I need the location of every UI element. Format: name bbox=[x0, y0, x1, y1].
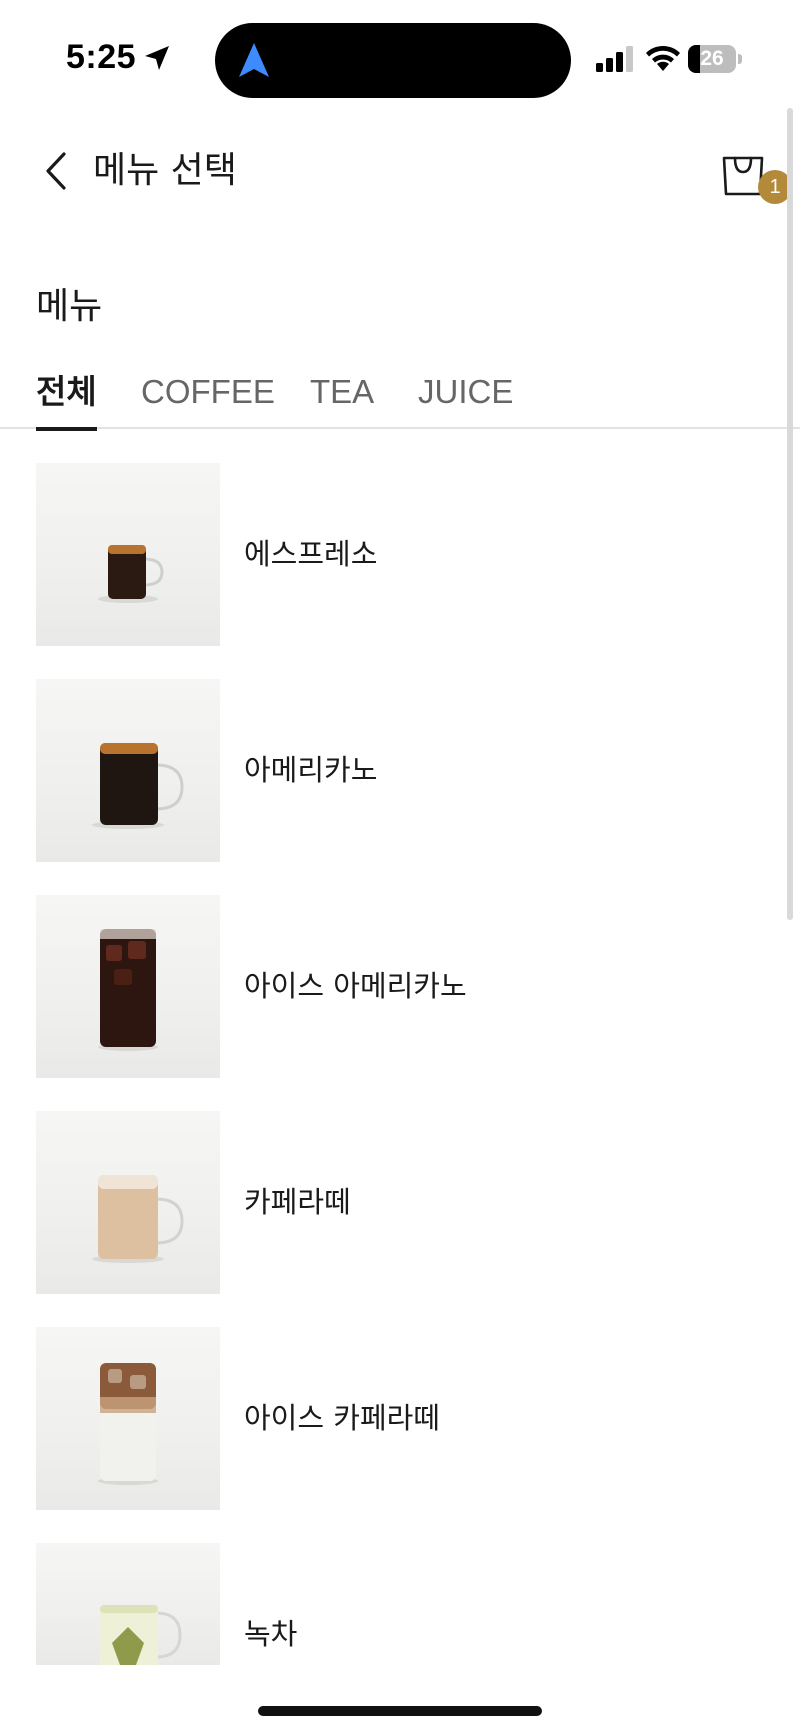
americano-mug-image bbox=[92, 743, 184, 829]
tab-tea[interactable]: TEA bbox=[310, 370, 374, 429]
navigation-arrow-icon bbox=[239, 43, 269, 77]
cafe-latte-mug-image bbox=[92, 1175, 184, 1263]
tab-juice[interactable]: JUICE bbox=[418, 370, 513, 429]
menu-item-espresso[interactable]: 에스프레소 bbox=[36, 463, 776, 646]
back-chevron-icon[interactable] bbox=[36, 148, 80, 194]
menu-item-image bbox=[36, 1111, 220, 1294]
battery-tip bbox=[738, 54, 742, 64]
green-tea-mug-image bbox=[100, 1605, 182, 1665]
menu-item-name: 카페라떼 bbox=[244, 1185, 351, 1219]
tab-coffee[interactable]: COFFEE bbox=[141, 370, 275, 429]
menu-item-image bbox=[36, 679, 220, 862]
menu-item-cafe-latte[interactable]: 카페라떼 bbox=[36, 1111, 776, 1294]
menu-item-americano[interactable]: 아메리카노 bbox=[36, 679, 776, 862]
menu-item-green-tea[interactable]: 녹차 bbox=[36, 1543, 776, 1665]
wifi-icon bbox=[646, 45, 680, 71]
dynamic-island bbox=[215, 23, 571, 98]
battery-body: 26 bbox=[688, 45, 736, 73]
scroll-indicator[interactable] bbox=[787, 108, 793, 920]
menu-item-image bbox=[36, 463, 220, 646]
espresso-mug-image bbox=[98, 545, 164, 603]
home-indicator[interactable] bbox=[258, 1706, 542, 1716]
header: 메뉴 선택 1 bbox=[0, 130, 800, 210]
iced-americano-glass-image bbox=[98, 929, 158, 1051]
battery-level-text: 26 bbox=[700, 47, 724, 70]
menu-list: 에스프레소 아메리카노 아이스 아메리카노 카페라떼 아이스 카페라떼 녹차 bbox=[0, 463, 800, 1665]
menu-item-name: 에스프레소 bbox=[244, 537, 378, 571]
status-time: 5:25 bbox=[66, 38, 137, 76]
menu-item-name: 아이스 카페라떼 bbox=[244, 1401, 440, 1435]
tab-all[interactable]: 전체 bbox=[36, 370, 97, 431]
section-title: 메뉴 bbox=[36, 286, 103, 327]
menu-item-name: 아메리카노 bbox=[244, 753, 378, 787]
page-title: 메뉴 선택 bbox=[93, 150, 237, 191]
status-bar: 5:25 26 bbox=[0, 0, 800, 110]
category-tabs: 전체 COFFEE TEA JUICE bbox=[0, 360, 800, 431]
menu-item-iced-americano[interactable]: 아이스 아메리카노 bbox=[36, 895, 776, 1078]
menu-item-name: 아이스 아메리카노 bbox=[244, 969, 467, 1003]
location-arrow-icon bbox=[145, 46, 169, 70]
menu-item-image bbox=[36, 895, 220, 1078]
menu-item-iced-cafe-latte[interactable]: 아이스 카페라떼 bbox=[36, 1327, 776, 1510]
menu-item-image bbox=[36, 1327, 220, 1510]
iced-cafe-latte-glass-image bbox=[98, 1363, 158, 1485]
cellular-signal-icon bbox=[596, 46, 633, 72]
menu-item-name: 녹차 bbox=[244, 1617, 298, 1651]
menu-item-image bbox=[36, 1543, 220, 1665]
battery-indicator: 26 bbox=[688, 45, 742, 73]
cart-button[interactable]: 1 bbox=[712, 140, 792, 206]
